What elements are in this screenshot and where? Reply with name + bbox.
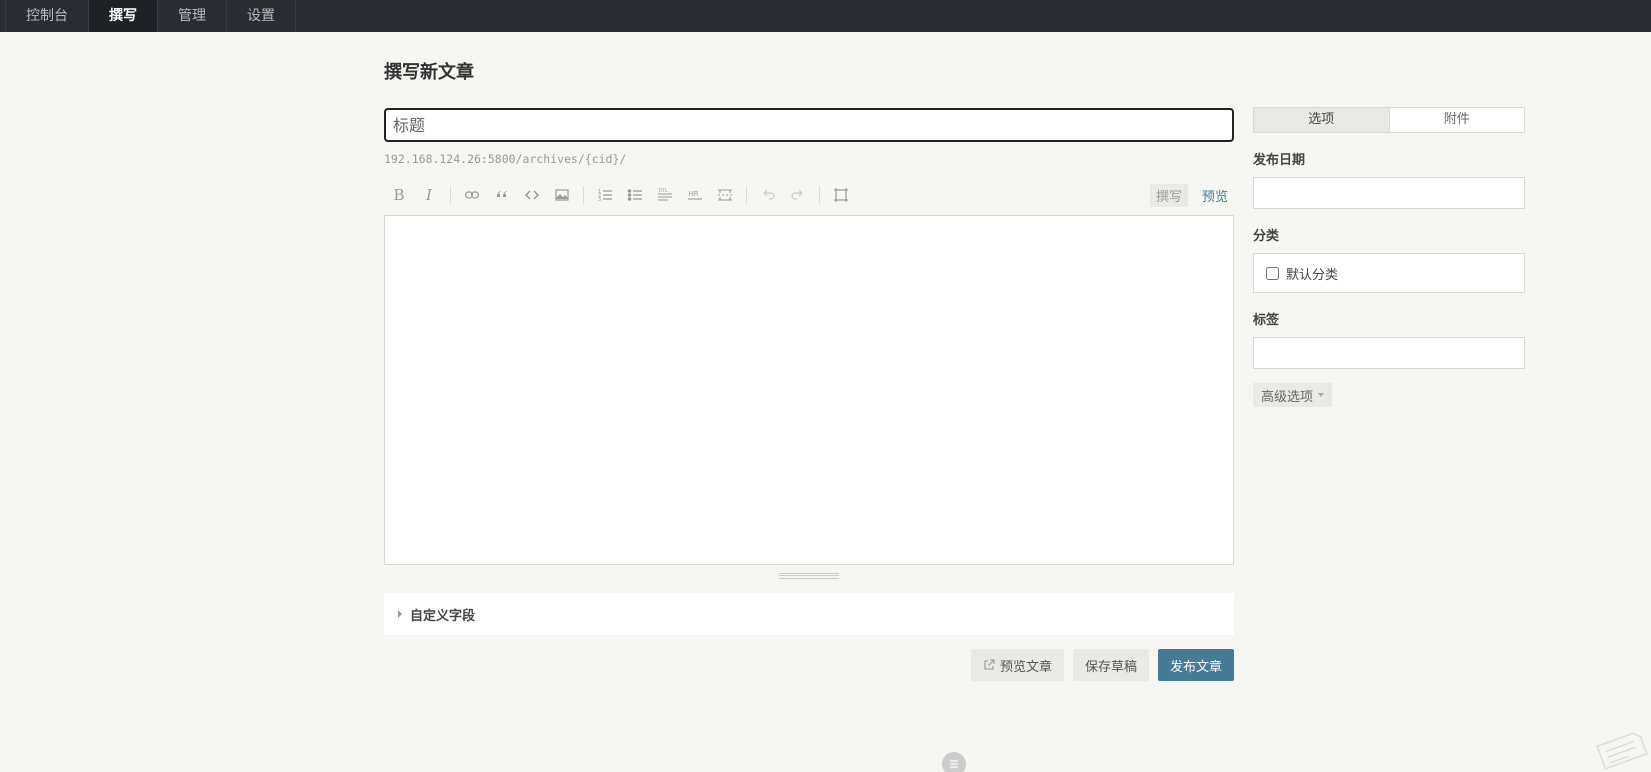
page-title: 撰写新文章 [384,62,474,83]
tab-attachments[interactable]: 附件 [1389,108,1524,132]
italic-icon: I [426,186,432,204]
sidebar: 选项 附件 发布日期 分类 默认分类 标签 高级选项 [1253,107,1525,407]
ordered-list-icon: 123 [598,189,612,203]
unordered-list-icon [627,189,642,201]
post-title-input[interactable] [384,108,1234,142]
undo-icon [763,189,775,200]
link-icon [464,191,480,199]
watermark-logo [1591,724,1651,772]
tags-input[interactable] [1253,337,1525,369]
italic-button[interactable]: I [414,182,444,208]
hr-icon: HR [688,190,702,200]
image-button[interactable] [547,182,577,208]
unordered-list-button[interactable] [620,182,650,208]
editor-mode-tabs: 撰写 预览 [1149,183,1234,207]
hr-button[interactable]: HR [680,182,710,208]
link-button[interactable] [457,182,487,208]
menu-widget-button[interactable] [942,752,966,772]
publish-button[interactable]: 发布文章 [1157,649,1234,681]
category-label: 分类 [1253,229,1280,244]
nav-item-manage[interactable]: 管理 [158,0,227,32]
caret-down-icon [1318,393,1325,397]
nav-item-dashboard[interactable]: 控制台 [5,0,89,32]
tags-label: 标签 [1253,313,1280,328]
post-actions: 预览文章 保存草稿 发布文章 [970,649,1234,681]
caret-right-icon [398,610,402,618]
bold-button[interactable]: B [384,182,414,208]
publish-date-label: 发布日期 [1253,153,1306,168]
preview-post-label: 预览文章 [999,659,1052,675]
editor-resize-handle[interactable] [779,573,839,579]
redo-button[interactable] [783,182,813,208]
image-icon [555,189,569,201]
advanced-options-label: 高级选项 [1261,389,1314,405]
heading-button[interactable]: TITL [650,182,680,208]
mode-tab-write[interactable]: 撰写 [1149,183,1188,207]
toolbar-divider [746,186,747,204]
publish-date-input[interactable] [1253,177,1525,209]
content-editor[interactable] [384,215,1234,565]
redo-icon [791,189,803,200]
permalink-text: 192.168.124.26:5800/archives/{cid}/ [384,152,627,166]
sidebar-tabs: 选项 附件 [1253,107,1525,133]
category-checkbox-default[interactable] [1266,266,1279,280]
fullscreen-icon [834,188,848,202]
mode-tab-preview[interactable]: 预览 [1196,184,1234,207]
quote-icon [497,191,507,197]
advanced-options-button[interactable]: 高级选项 [1253,383,1333,407]
editor-toolbar: B I 123 TITL HR 撰写 预览 [384,182,1234,208]
preview-post-button[interactable]: 预览文章 [970,649,1064,681]
code-icon [524,190,540,200]
toolbar-divider [819,186,820,204]
svg-text:TITL: TITL [657,188,668,194]
nav-item-write[interactable]: 撰写 [89,0,158,32]
undo-button[interactable] [753,182,783,208]
category-list: 默认分类 [1253,253,1525,293]
more-button[interactable] [710,182,740,208]
toolbar-divider [450,186,451,204]
toolbar-divider [583,186,584,204]
svg-text:3: 3 [598,197,601,203]
quote-button[interactable] [487,182,517,208]
custom-fields-toggle[interactable]: 自定义字段 [384,593,1234,635]
top-nav: 控制台 撰写 管理 设置 [0,0,1651,32]
save-draft-button[interactable]: 保存草稿 [1072,649,1149,681]
category-item-label: 默认分类 [1286,267,1339,283]
menu-icon [950,760,958,768]
custom-fields-label: 自定义字段 [410,608,476,624]
tab-options[interactable]: 选项 [1254,108,1390,132]
more-icon [718,189,732,201]
code-button[interactable] [517,182,547,208]
watermark-logo-icon [1596,732,1648,770]
bold-icon: B [393,186,405,204]
svg-text:HR: HR [689,190,699,198]
fullscreen-button[interactable] [826,182,856,208]
nav-item-settings[interactable]: 设置 [227,0,296,32]
ordered-list-button[interactable]: 123 [590,182,620,208]
heading-icon: TITL [657,188,672,201]
external-link-icon [984,659,995,670]
